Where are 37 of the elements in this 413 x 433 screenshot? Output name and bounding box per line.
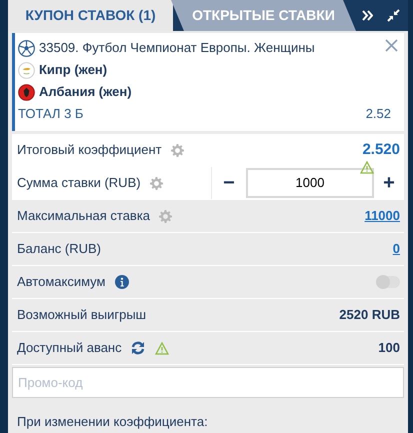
gear-icon[interactable]: [170, 144, 184, 156]
amount-link[interactable]: 0: [392, 239, 400, 259]
collapse-icon[interactable]: [387, 9, 400, 22]
flag-icon: [18, 84, 35, 100]
warning-icon: [360, 161, 374, 174]
team-name: Албания (жен): [39, 83, 132, 102]
row-label: Итоговый коэффициент: [17, 141, 162, 160]
toggle-switch[interactable]: [376, 276, 400, 288]
event-title: 33509. Футбол Чемпионат Европы. Женщины: [39, 39, 315, 58]
market-label: ТОТАЛ 3 Б: [18, 105, 84, 124]
row-label: Доступный аванс: [17, 339, 122, 358]
gear-icon[interactable]: [159, 210, 172, 222]
team-name: Кипр (жен): [39, 61, 108, 80]
row-label: Максимальная ставка: [17, 207, 150, 226]
plus-button[interactable]: +: [374, 167, 404, 199]
row-value: 2.520: [362, 140, 400, 160]
amount-link[interactable]: 11000: [364, 206, 400, 226]
flag-icon: [18, 62, 35, 78]
gear-icon[interactable]: [150, 176, 163, 190]
tab[interactable]: КУПОН СТАВОК (1): [8, 0, 173, 31]
row-label: Автомаксимум: [17, 273, 106, 292]
minus-button[interactable]: −: [212, 167, 246, 199]
close-icon[interactable]: [385, 39, 398, 52]
row-label: Баланс (RUB): [17, 240, 101, 258]
warning-icon: [154, 342, 169, 354]
stake-amount-field[interactable]: 1000: [246, 168, 374, 198]
odds-change-label: При изменении коэффициента:: [16, 413, 209, 431]
row-label: Сумма ставки (RUB): [17, 174, 141, 192]
row-value: 2520 RUB: [339, 306, 400, 324]
double-chevron-icon[interactable]: [362, 10, 373, 21]
row-label: Возможный выигрыш: [17, 306, 146, 324]
soccer-ball-icon: [18, 40, 35, 56]
info-icon[interactable]: [115, 275, 130, 289]
odds-value: 2.52: [366, 105, 391, 124]
promo-code-field[interactable]: Промо-код: [12, 367, 404, 398]
refresh-icon[interactable]: [130, 341, 145, 355]
row-value: 100: [378, 339, 400, 358]
